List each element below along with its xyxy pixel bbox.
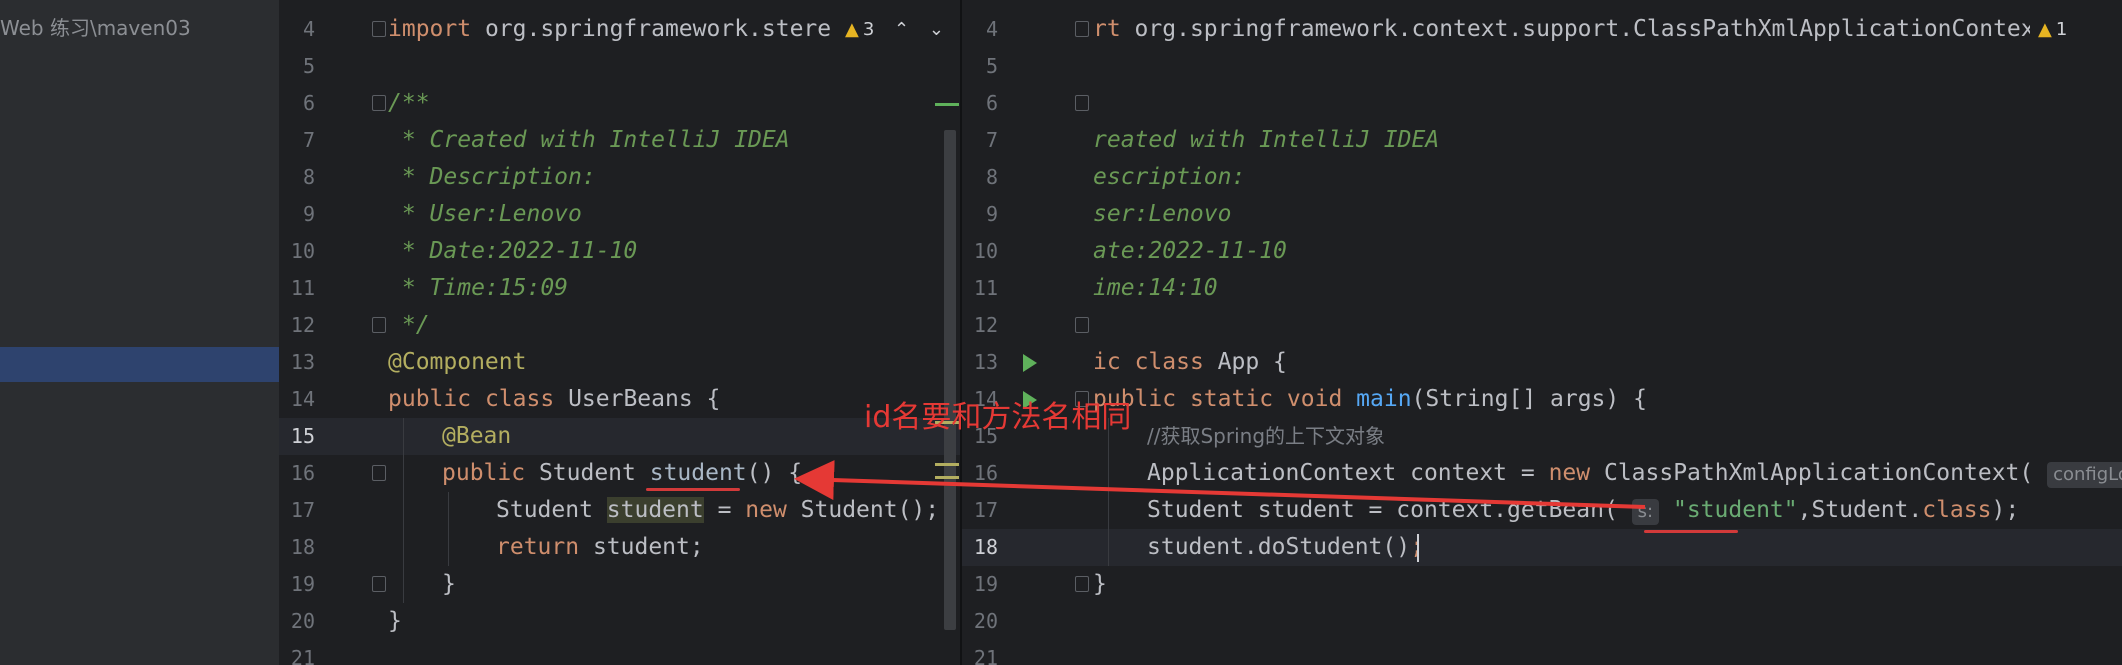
- arrow-line: [794, 460, 1646, 509]
- annotation-arrow: [794, 460, 1646, 509]
